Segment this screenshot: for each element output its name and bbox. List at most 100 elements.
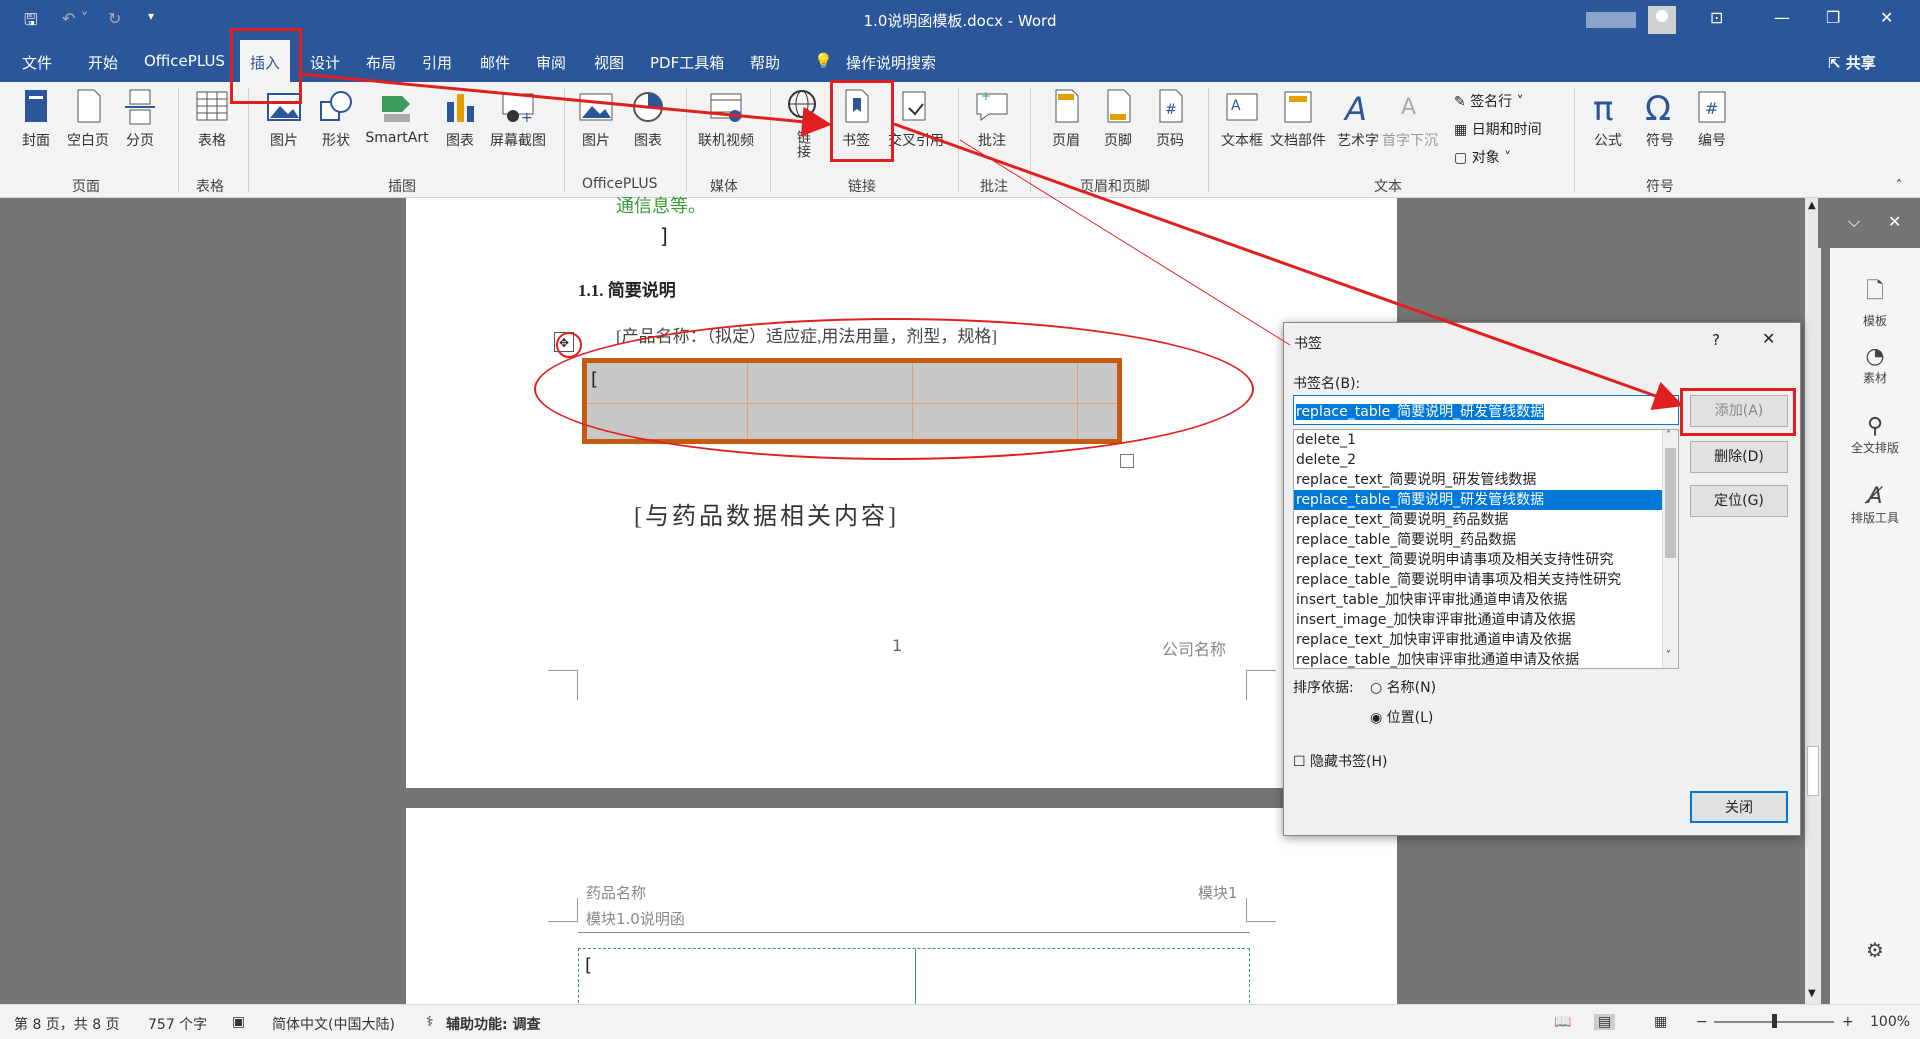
side-item-template[interactable]: 🗋 模板 bbox=[1830, 274, 1920, 329]
lightbulb-icon: 💡 bbox=[814, 52, 833, 70]
header-button[interactable]: 页眉 bbox=[1038, 88, 1094, 150]
scroll-up-icon[interactable]: ▲ bbox=[1808, 200, 1816, 211]
goto-button[interactable]: 定位(G) bbox=[1690, 485, 1788, 517]
comment-button[interactable]: + 批注 bbox=[964, 88, 1020, 150]
tab-home[interactable]: 开始 bbox=[88, 52, 118, 73]
tab-design[interactable]: 设计 bbox=[310, 52, 340, 73]
drug-data-text[interactable]: [与药品数据相关内容] bbox=[634, 496, 899, 531]
hidden-bookmarks-checkbox[interactable]: ☐ 隐藏书签(H) bbox=[1293, 751, 1387, 771]
list-item[interactable]: replace_table_简要说明_药品数据 bbox=[1294, 530, 1662, 550]
quick-parts-button[interactable]: 文档部件 bbox=[1266, 88, 1330, 150]
settings-icon[interactable]: ⚙ bbox=[1830, 938, 1920, 962]
tab-review[interactable]: 审阅 bbox=[536, 52, 566, 73]
list-item[interactable]: replace_table_加快审评审批通道申请及依据 bbox=[1294, 650, 1662, 668]
side-item-full-layout[interactable]: ⚲ 全文排版 bbox=[1830, 414, 1920, 456]
vertical-scrollbar[interactable]: ▲ ▼ bbox=[1805, 198, 1821, 1004]
footer-button[interactable]: 页脚 bbox=[1090, 88, 1146, 150]
print-layout-icon[interactable]: ▤ bbox=[1594, 1014, 1616, 1030]
tab-references[interactable]: 引用 bbox=[422, 52, 452, 73]
list-item[interactable]: insert_table_加快审评审批通道申请及依据 bbox=[1294, 590, 1662, 610]
tab-help[interactable]: 帮助 bbox=[750, 52, 780, 73]
table-2[interactable]: [ bbox=[578, 948, 1250, 1009]
list-item[interactable]: insert_image_加快审评审批通道申请及依据 bbox=[1294, 610, 1662, 630]
close-icon[interactable]: ✕ bbox=[1880, 8, 1893, 27]
delete-button[interactable]: 删除(D) bbox=[1690, 441, 1788, 473]
page-number-button[interactable]: # 页码 bbox=[1142, 88, 1198, 150]
share-button[interactable]: ⇱ 共享 bbox=[1828, 52, 1876, 73]
tab-file[interactable]: 文件 bbox=[22, 52, 52, 73]
chevron-down-icon[interactable]: ⌵ bbox=[1848, 212, 1860, 232]
screenshot-button[interactable]: + 屏幕截图 bbox=[486, 88, 550, 150]
list-item[interactable]: replace_text_简要说明申请事项及相关支持性研究 bbox=[1294, 550, 1662, 570]
chevron-up-icon[interactable]: ˄ bbox=[1666, 430, 1671, 441]
dialog-close-icon[interactable]: ✕ bbox=[1762, 329, 1775, 348]
ribbon-display-icon[interactable]: ⊡ bbox=[1710, 8, 1723, 27]
side-item-layout-tools[interactable]: A̸ 排版工具 bbox=[1830, 484, 1920, 526]
zoom-level[interactable]: 100% bbox=[1870, 1014, 1910, 1030]
list-item[interactable]: delete_1 bbox=[1294, 430, 1662, 450]
tab-layout[interactable]: 布局 bbox=[366, 52, 396, 73]
link-label: 链接 bbox=[795, 130, 811, 158]
accessibility-status[interactable]: 辅助功能: 调查 bbox=[446, 1014, 540, 1034]
page-count[interactable]: 第 8 页，共 8 页 bbox=[14, 1014, 120, 1034]
help-button[interactable]: ? bbox=[1712, 331, 1720, 349]
tab-view[interactable]: 视图 bbox=[594, 52, 624, 73]
smartart-button[interactable]: SmartArt bbox=[362, 88, 432, 146]
close-pane-icon[interactable]: ✕ bbox=[1888, 212, 1901, 231]
list-item[interactable]: delete_2 bbox=[1294, 450, 1662, 470]
group-separator bbox=[1030, 88, 1031, 192]
wordart-button[interactable]: A 艺术字 bbox=[1330, 88, 1386, 150]
read-mode-icon[interactable]: 📖 bbox=[1554, 1014, 1571, 1030]
sort-position-radio[interactable]: ◉ 位置(L) bbox=[1370, 707, 1433, 727]
equation-button[interactable]: π 公式 bbox=[1580, 88, 1636, 150]
scroll-down-icon[interactable]: ▼ bbox=[1808, 988, 1816, 999]
signature-line-button[interactable]: ✎ 签名行 ˅ bbox=[1454, 88, 1542, 116]
number-button[interactable]: # 编号 bbox=[1684, 88, 1740, 150]
cover-page-button[interactable]: 封面 bbox=[8, 88, 64, 150]
chevron-down-icon[interactable]: ˅ bbox=[1666, 650, 1671, 661]
avatar[interactable] bbox=[1648, 6, 1676, 34]
list-item[interactable]: replace_text_简要说明_药品数据 bbox=[1294, 510, 1662, 530]
chart-button[interactable]: 图表 bbox=[432, 88, 488, 150]
page-break-button[interactable]: 分页 bbox=[112, 88, 168, 150]
table-resize-handle[interactable] bbox=[1120, 454, 1134, 468]
side-item-material[interactable]: ◔ 素材 bbox=[1830, 344, 1920, 386]
date-time-button[interactable]: ▦ 日期和时间 bbox=[1454, 116, 1542, 144]
bookmark-list[interactable]: delete_1 delete_2 replace_text_简要说明_研发管线… bbox=[1293, 429, 1679, 669]
zoom-slider-thumb[interactable] bbox=[1772, 1014, 1777, 1028]
zoom-out-icon[interactable]: − bbox=[1696, 1014, 1708, 1030]
proofing-icon[interactable]: ▣ bbox=[232, 1014, 245, 1030]
list-item[interactable]: replace_table_简要说明申请事项及相关支持性研究 bbox=[1294, 570, 1662, 590]
minimize-icon[interactable]: — bbox=[1774, 8, 1790, 27]
officeplus-chart-button[interactable]: 图表 bbox=[620, 88, 676, 150]
sort-name-radio[interactable]: ○ 名称(N) bbox=[1370, 677, 1436, 697]
language[interactable]: 简体中文(中国大陆) bbox=[272, 1014, 395, 1034]
officeplus-picture-button[interactable]: 图片 bbox=[568, 88, 624, 150]
tab-pdf-tools[interactable]: PDF工具箱 bbox=[650, 52, 724, 73]
tell-me-search[interactable]: 操作说明搜索 bbox=[846, 52, 936, 73]
online-video-button[interactable]: 联机视频 bbox=[694, 88, 758, 150]
list-scrollbar[interactable]: ˄ ˅ bbox=[1662, 430, 1678, 668]
blank-page-button[interactable]: 空白页 bbox=[60, 88, 116, 150]
list-scroll-thumb[interactable] bbox=[1665, 448, 1676, 558]
symbol-button[interactable]: Ω 符号 bbox=[1632, 88, 1688, 150]
object-button[interactable]: ▢ 对象 ˅ bbox=[1454, 144, 1542, 172]
list-item[interactable]: replace_text_加快审评审批通道申请及依据 bbox=[1294, 630, 1662, 650]
web-layout-icon[interactable]: ▦ bbox=[1654, 1014, 1667, 1030]
maximize-icon[interactable]: ❐ bbox=[1826, 8, 1840, 27]
link-button[interactable]: 链接 bbox=[778, 88, 828, 162]
drop-cap-button[interactable]: A 首字下沉 bbox=[1382, 88, 1438, 150]
close-button[interactable]: 关闭 bbox=[1690, 791, 1788, 823]
dialog-title: 书签 bbox=[1294, 336, 1322, 352]
scroll-thumb[interactable] bbox=[1807, 746, 1819, 796]
tab-officeplus[interactable]: OfficePLUS bbox=[144, 52, 225, 70]
list-item[interactable]: replace_text_简要说明_研发管线数据 bbox=[1294, 470, 1662, 490]
word-count[interactable]: 757 个字 bbox=[148, 1014, 207, 1034]
tab-mailings[interactable]: 邮件 bbox=[480, 52, 510, 73]
shapes-button[interactable]: 形状 bbox=[308, 88, 364, 150]
zoom-in-icon[interactable]: + bbox=[1842, 1014, 1854, 1030]
collapse-ribbon-icon[interactable]: ˄ bbox=[1896, 178, 1902, 192]
list-item-selected[interactable]: replace_table_简要说明_研发管线数据 bbox=[1294, 490, 1662, 510]
bookmark-name-input[interactable]: replace_table_简要说明_研发管线数据 bbox=[1293, 395, 1679, 425]
text-box-button[interactable]: A 文本框 bbox=[1214, 88, 1270, 150]
